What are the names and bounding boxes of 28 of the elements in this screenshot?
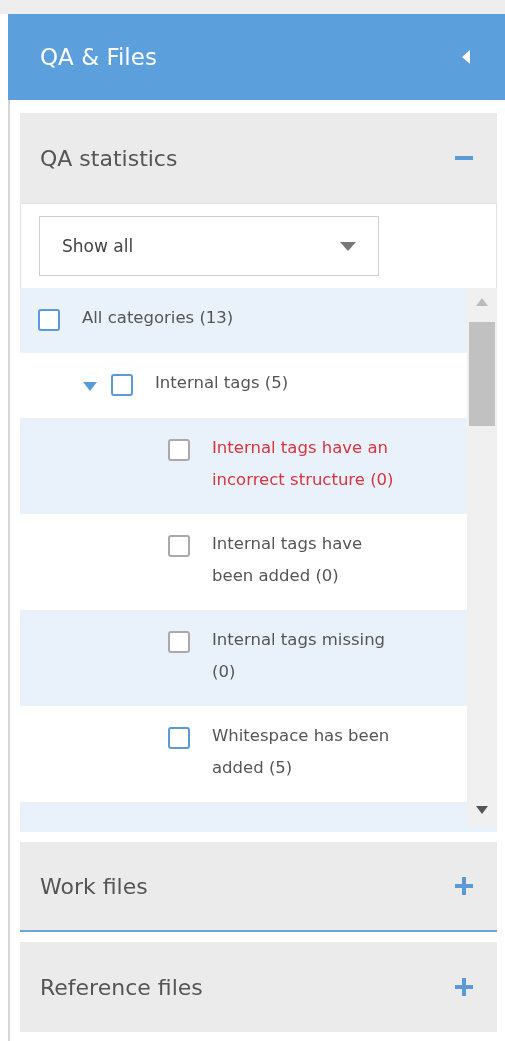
checkbox[interactable]: [38, 309, 60, 331]
scroll-up-icon[interactable]: [476, 298, 488, 306]
panel-title: QA & Files: [40, 44, 157, 70]
category-label: Internal tags missing (0): [212, 629, 387, 683]
scrollbar-thumb[interactable]: [469, 322, 495, 426]
category-row[interactable]: Whitespace has been added (5): [20, 706, 467, 802]
checkbox[interactable]: [168, 727, 190, 749]
section-header[interactable]: Reference files: [20, 942, 497, 1032]
section-title: Work files: [40, 873, 148, 899]
category-row[interactable]: Internal tags (5): [20, 353, 467, 418]
collapse-arrow-icon[interactable]: [461, 49, 471, 65]
category-label: Internal tags (5): [155, 372, 289, 394]
section-title: QA statistics: [40, 145, 178, 171]
section-header[interactable]: QA statistics: [20, 113, 497, 203]
scroll-down-icon[interactable]: [476, 806, 488, 814]
section-title: Reference files: [40, 974, 203, 1000]
checkbox[interactable]: [111, 374, 133, 396]
filter-dropdown[interactable]: Show all: [39, 216, 379, 276]
category-label: Internal tags have an incorrect structure (0): [212, 437, 395, 491]
category-label: Internal tags have been added (0): [212, 533, 364, 587]
section-header[interactable]: Work files: [20, 842, 497, 932]
category-label: Whitespace has been added (5): [212, 725, 391, 779]
plus-icon[interactable]: [455, 978, 473, 996]
category-label: All categories (13): [82, 307, 234, 329]
caret-down-icon[interactable]: [83, 382, 97, 391]
plus-icon[interactable]: [455, 877, 473, 895]
scrollbar[interactable]: [467, 288, 497, 826]
caret-icon: [340, 241, 356, 251]
